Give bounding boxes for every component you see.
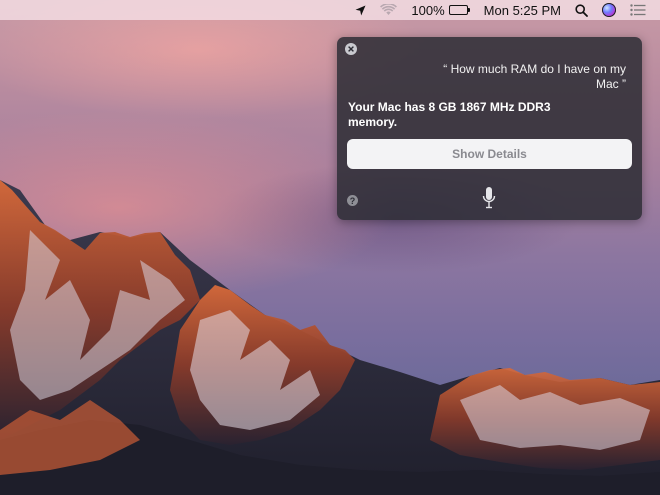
siri-panel: “ How much RAM do I have on my Mac ” You…: [337, 37, 642, 220]
menubar-clock[interactable]: Mon 5:25 PM: [484, 0, 561, 20]
siri-icon[interactable]: [602, 0, 616, 20]
help-icon[interactable]: ?: [347, 195, 358, 206]
battery-charging-icon: [448, 5, 470, 15]
menu-bar: 100% Mon 5:25 PM: [0, 0, 660, 20]
battery-percent: 100%: [411, 2, 445, 18]
notification-center-icon[interactable]: [630, 0, 646, 20]
wifi-icon[interactable]: [380, 0, 398, 20]
siri-query-text: “ How much RAM do I have on my Mac ”: [443, 62, 626, 91]
spotlight-search-icon[interactable]: [575, 0, 588, 20]
siri-answer-text: Your Mac has 8 GB 1867 MHz DDR3 memory.: [348, 100, 551, 129]
clock-text: Mon 5:25 PM: [483, 2, 561, 18]
microphone-icon[interactable]: [482, 186, 496, 210]
location-arrow-icon[interactable]: [355, 0, 366, 20]
battery-status[interactable]: 100%: [411, 0, 470, 20]
desktop: 100% Mon 5:25 PM “ How much RAM do I hav…: [0, 0, 660, 495]
close-icon: [348, 46, 354, 52]
close-button[interactable]: [345, 43, 357, 55]
help-icon-glyph: ?: [349, 195, 356, 206]
show-details-button[interactable]: Show Details: [347, 139, 632, 169]
